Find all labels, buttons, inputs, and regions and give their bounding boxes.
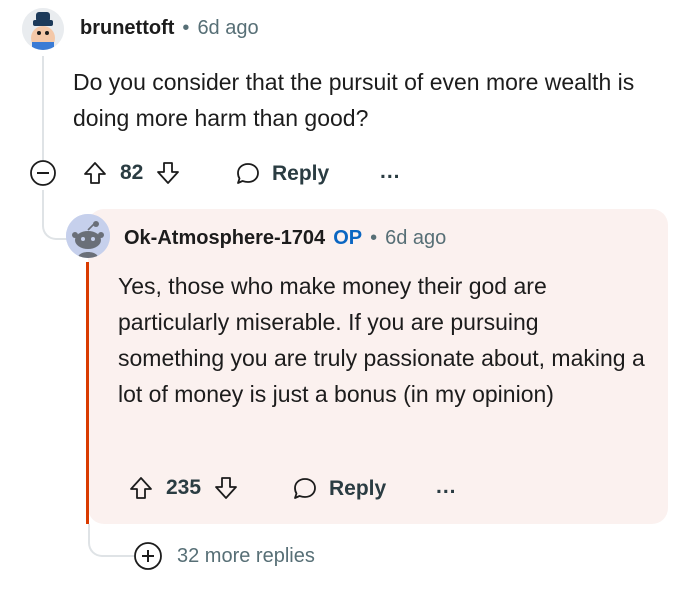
avatar[interactable] xyxy=(22,8,64,50)
collapse-button[interactable] xyxy=(29,159,57,187)
reply-button[interactable]: Reply xyxy=(291,475,386,503)
reply-bubble-icon xyxy=(294,478,316,499)
default-snoo-avatar-icon xyxy=(66,214,110,258)
reply-timestamp[interactable]: 6d ago xyxy=(385,227,446,250)
reply-username[interactable]: Ok-Atmosphere-1704 xyxy=(124,227,325,250)
upvote-arrow-icon xyxy=(130,477,152,499)
comment-body: Do you consider that the pursuit of even… xyxy=(73,69,635,131)
upvote-button[interactable] xyxy=(128,475,154,501)
op-highlight-bar xyxy=(86,262,89,524)
thread-connector-reply xyxy=(42,190,68,240)
downvote-arrow-icon xyxy=(215,477,237,499)
more-options-label: ... xyxy=(436,475,457,498)
downvote-button[interactable] xyxy=(155,160,181,186)
more-replies-link[interactable]: 32 more replies xyxy=(133,541,315,571)
vote-count: 82 xyxy=(120,161,144,184)
reply-label: Reply xyxy=(329,477,387,500)
downvote-button[interactable] xyxy=(213,475,239,501)
avatar[interactable] xyxy=(66,214,110,258)
comment-timestamp[interactable]: 6d ago xyxy=(197,17,258,40)
reply-body: Yes, those who make money their god are … xyxy=(118,273,645,407)
more-options-button[interactable]: ... xyxy=(436,475,457,499)
upvote-button[interactable] xyxy=(82,160,108,186)
thread-connector-more xyxy=(88,524,134,557)
upvote-arrow-icon xyxy=(84,162,106,184)
op-badge: OP xyxy=(333,227,363,249)
snoo-avatar-icon xyxy=(22,8,64,50)
thread-line-main xyxy=(42,56,44,160)
reply-label: Reply xyxy=(272,162,330,185)
more-options-button[interactable]: ... xyxy=(380,160,401,184)
reply-button[interactable]: Reply xyxy=(234,160,329,188)
more-options-label: ... xyxy=(380,160,401,183)
meta-separator: • xyxy=(182,17,190,39)
more-replies-label: 32 more replies xyxy=(177,544,315,567)
collapse-minus-icon xyxy=(30,160,56,186)
comment-username[interactable]: brunettoft xyxy=(80,17,174,40)
expand-plus-icon xyxy=(134,542,162,570)
downvote-arrow-icon xyxy=(157,162,180,184)
vote-count: 235 xyxy=(166,476,202,499)
meta-separator: • xyxy=(370,227,378,249)
reply-bubble-icon xyxy=(237,163,259,184)
